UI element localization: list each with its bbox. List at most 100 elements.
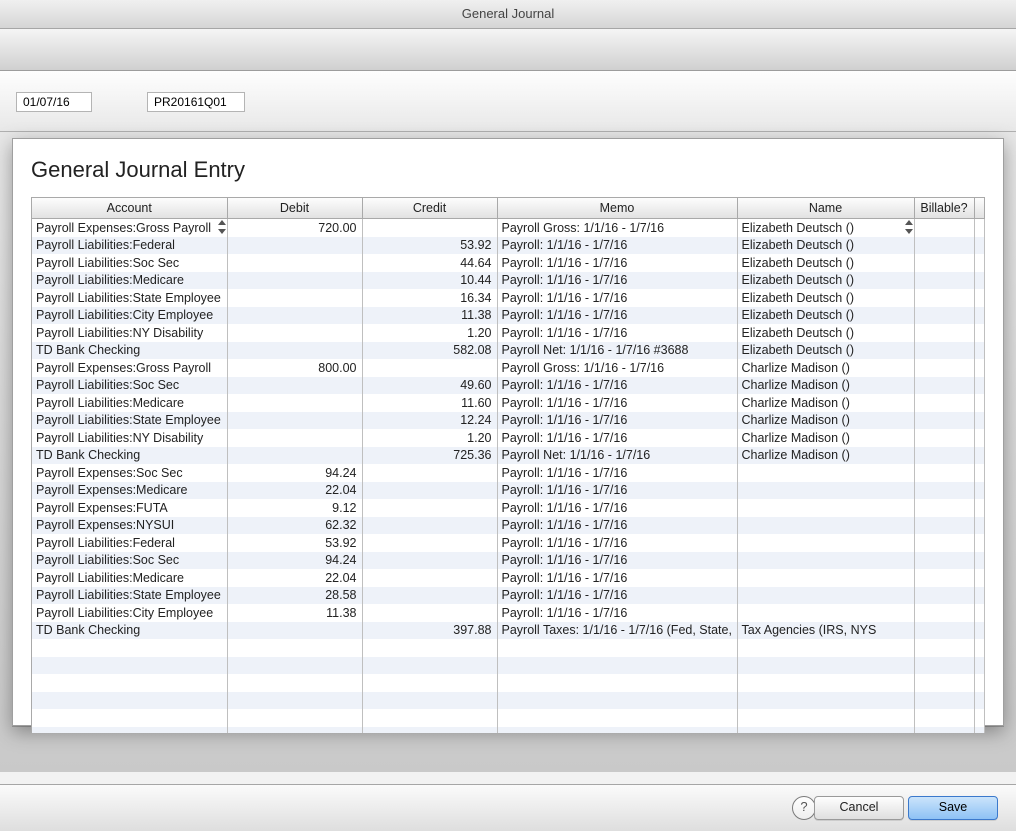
cell-debit[interactable] — [227, 377, 362, 395]
cell-memo[interactable]: Payroll: 1/1/16 - 1/7/16 — [497, 604, 737, 622]
cell-account[interactable]: Payroll Liabilities:State Employee — [32, 587, 227, 605]
cell-account[interactable]: Payroll Liabilities:Medicare — [32, 272, 227, 290]
cell-debit[interactable] — [227, 307, 362, 325]
cell-credit[interactable]: 397.88 — [362, 622, 497, 640]
cell-blank[interactable] — [497, 727, 737, 734]
cell-blank[interactable] — [227, 692, 362, 710]
cell-blank[interactable] — [362, 639, 497, 657]
cell-name[interactable] — [737, 499, 914, 517]
cell-blank[interactable] — [914, 674, 974, 692]
cell-debit[interactable]: 53.92 — [227, 534, 362, 552]
cell-debit[interactable]: 28.58 — [227, 587, 362, 605]
cell-credit[interactable]: 582.08 — [362, 342, 497, 360]
cell-debit[interactable] — [227, 429, 362, 447]
cell-name[interactable]: Elizabeth Deutsch () — [737, 307, 914, 325]
table-row-blank[interactable] — [32, 674, 985, 692]
cell-account[interactable]: Payroll Liabilities:Federal — [32, 534, 227, 552]
cell-billable[interactable] — [914, 552, 974, 570]
table-row-blank[interactable] — [32, 692, 985, 710]
help-button[interactable]: ? — [792, 796, 816, 820]
cell-name[interactable]: Charlize Madison () — [737, 377, 914, 395]
cell-credit[interactable] — [362, 552, 497, 570]
cell-account[interactable]: Payroll Expenses:FUTA — [32, 499, 227, 517]
table-row[interactable]: Payroll Expenses:Gross Payroll800.00Payr… — [32, 359, 985, 377]
cell-memo[interactable]: Payroll Taxes: 1/1/16 - 1/7/16 (Fed, Sta… — [497, 622, 737, 640]
cell-credit[interactable] — [362, 534, 497, 552]
cell-billable[interactable] — [914, 464, 974, 482]
cell-name[interactable]: Charlize Madison () — [737, 429, 914, 447]
cell-debit[interactable]: 720.00 — [227, 219, 362, 237]
cell-debit[interactable]: 62.32 — [227, 517, 362, 535]
cell-memo[interactable]: Payroll Gross: 1/1/16 - 1/7/16 — [497, 219, 737, 237]
date-field[interactable] — [16, 92, 92, 112]
cell-credit[interactable]: 16.34 — [362, 289, 497, 307]
cell-name[interactable] — [737, 482, 914, 500]
cell-account[interactable]: Payroll Expenses:Gross Payroll — [32, 219, 227, 237]
cell-billable[interactable] — [914, 324, 974, 342]
cell-blank[interactable] — [737, 709, 914, 727]
cell-name[interactable]: Elizabeth Deutsch () — [737, 254, 914, 272]
table-row[interactable]: Payroll Liabilities:City Employee11.38Pa… — [32, 307, 985, 325]
table-row[interactable]: Payroll Liabilities:Federal53.92Payroll:… — [32, 237, 985, 255]
cell-credit[interactable]: 11.60 — [362, 394, 497, 412]
table-row[interactable]: Payroll Expenses:Medicare22.04Payroll: 1… — [32, 482, 985, 500]
cell-blank[interactable] — [227, 727, 362, 734]
table-row[interactable]: Payroll Liabilities:City Employee11.38Pa… — [32, 604, 985, 622]
table-row-blank[interactable] — [32, 709, 985, 727]
cell-blank[interactable] — [914, 639, 974, 657]
cell-blank[interactable] — [497, 674, 737, 692]
cell-account[interactable]: Payroll Liabilities:Federal — [32, 237, 227, 255]
cell-blank[interactable] — [362, 674, 497, 692]
table-row[interactable]: Payroll Liabilities:Medicare10.44Payroll… — [32, 272, 985, 290]
cell-credit[interactable] — [362, 604, 497, 622]
cell-debit[interactable] — [227, 237, 362, 255]
cell-memo[interactable]: Payroll: 1/1/16 - 1/7/16 — [497, 464, 737, 482]
table-row[interactable]: Payroll Expenses:FUTA9.12Payroll: 1/1/16… — [32, 499, 985, 517]
cell-billable[interactable] — [914, 534, 974, 552]
cell-account[interactable]: Payroll Liabilities:Medicare — [32, 394, 227, 412]
stepper-icon[interactable] — [218, 220, 226, 234]
cell-name[interactable] — [737, 552, 914, 570]
cell-credit[interactable] — [362, 464, 497, 482]
cell-billable[interactable] — [914, 394, 974, 412]
cell-memo[interactable]: Payroll: 1/1/16 - 1/7/16 — [497, 552, 737, 570]
table-row[interactable]: Payroll Liabilities:Soc Sec44.64Payroll:… — [32, 254, 985, 272]
cell-credit[interactable] — [362, 569, 497, 587]
cell-billable[interactable] — [914, 377, 974, 395]
cell-blank[interactable] — [497, 709, 737, 727]
cell-account[interactable]: Payroll Liabilities:Medicare — [32, 569, 227, 587]
cell-name[interactable] — [737, 534, 914, 552]
cell-billable[interactable] — [914, 447, 974, 465]
cell-billable[interactable] — [914, 412, 974, 430]
cell-billable[interactable] — [914, 622, 974, 640]
table-row[interactable]: Payroll Liabilities:State Employee16.34P… — [32, 289, 985, 307]
table-row[interactable]: Payroll Expenses:Gross Payroll720.00 Payr… — [32, 219, 985, 237]
cell-debit[interactable]: 94.24 — [227, 552, 362, 570]
cell-blank[interactable] — [227, 674, 362, 692]
col-account[interactable]: Account — [32, 198, 227, 219]
cell-name[interactable] — [737, 569, 914, 587]
cell-blank[interactable] — [32, 657, 227, 675]
cell-memo[interactable]: Payroll Gross: 1/1/16 - 1/7/16 — [497, 359, 737, 377]
cell-blank[interactable] — [227, 709, 362, 727]
cell-name[interactable]: Elizabeth Deutsch () — [737, 324, 914, 342]
cell-name[interactable]: Elizabeth Deutsch () — [737, 237, 914, 255]
cell-account[interactable]: Payroll Expenses:Medicare — [32, 482, 227, 500]
cell-account[interactable]: TD Bank Checking — [32, 342, 227, 360]
cell-debit[interactable] — [227, 622, 362, 640]
cell-memo[interactable]: Payroll: 1/1/16 - 1/7/16 — [497, 587, 737, 605]
cell-blank[interactable] — [914, 727, 974, 734]
cell-memo[interactable]: Payroll: 1/1/16 - 1/7/16 — [497, 482, 737, 500]
cell-billable[interactable] — [914, 307, 974, 325]
cell-credit[interactable]: 44.64 — [362, 254, 497, 272]
table-row-blank[interactable] — [32, 727, 985, 734]
cell-billable[interactable] — [914, 237, 974, 255]
cell-memo[interactable]: Payroll: 1/1/16 - 1/7/16 — [497, 237, 737, 255]
cell-billable[interactable] — [914, 342, 974, 360]
cell-blank[interactable] — [32, 674, 227, 692]
cell-debit[interactable] — [227, 254, 362, 272]
cell-credit[interactable]: 1.20 — [362, 324, 497, 342]
cell-billable[interactable] — [914, 289, 974, 307]
cell-blank[interactable] — [32, 692, 227, 710]
col-debit[interactable]: Debit — [227, 198, 362, 219]
